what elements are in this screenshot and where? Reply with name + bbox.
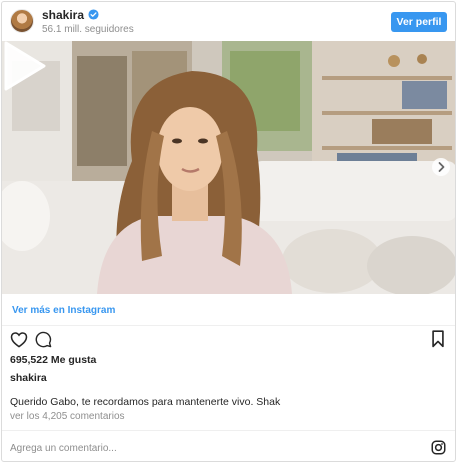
likes-count[interactable]: 695,522 Me gusta	[10, 354, 96, 366]
view-comments-link[interactable]: ver los 4,205 comentarios	[10, 411, 125, 422]
view-more-link[interactable]: Ver más en Instagram	[12, 305, 115, 316]
play-icon[interactable]	[2, 41, 46, 91]
followers-count: 56.1 mill. seguidores	[42, 24, 134, 35]
view-more-on-instagram: Ver más en Instagram	[2, 295, 455, 326]
video-thumbnail[interactable]	[2, 41, 455, 294]
avatar[interactable]	[10, 9, 34, 33]
view-profile-button[interactable]: Ver perfil	[391, 12, 447, 32]
instagram-embed-card: shakira 56.1 mill. seguidores Ver perfil	[1, 1, 456, 462]
instagram-logo-icon[interactable]	[431, 440, 446, 455]
post-header: shakira 56.1 mill. seguidores Ver perfil	[2, 2, 455, 42]
comment-icon[interactable]	[35, 331, 52, 348]
post-caption: Querido Gabo, te recordamos para mantene…	[10, 396, 281, 408]
caption-owner[interactable]: shakira	[10, 372, 47, 384]
comment-input[interactable]	[10, 440, 390, 456]
heart-icon[interactable]	[10, 331, 28, 348]
action-bar	[2, 328, 455, 352]
bookmark-icon[interactable]	[431, 330, 445, 348]
video-frame-image	[2, 41, 455, 294]
verified-badge-icon	[88, 9, 99, 20]
comment-bar	[2, 430, 455, 461]
username[interactable]: shakira	[42, 8, 84, 22]
chevron-right-icon[interactable]	[432, 158, 450, 176]
